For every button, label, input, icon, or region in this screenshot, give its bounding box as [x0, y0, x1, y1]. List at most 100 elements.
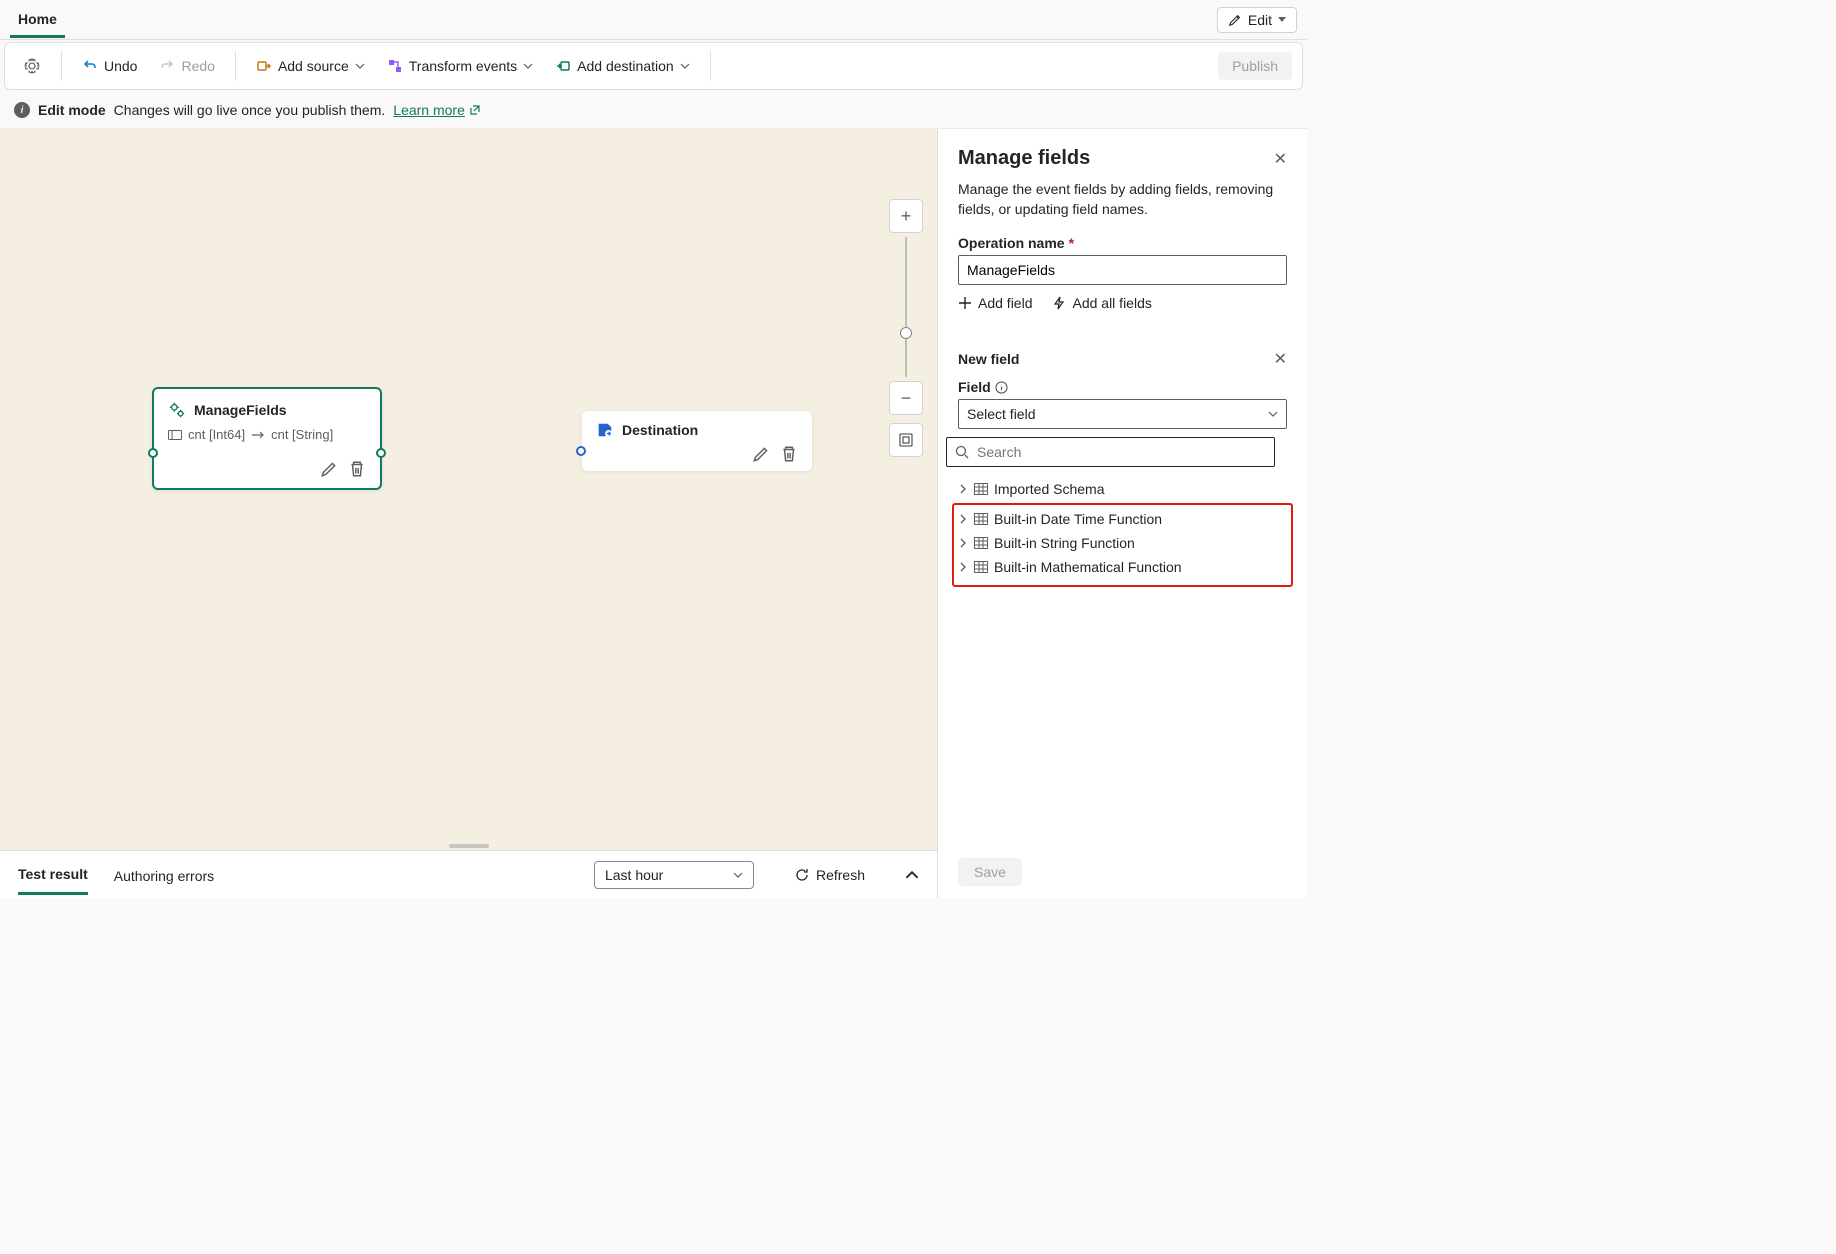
banner-title: Edit mode: [38, 102, 106, 118]
source-icon: [256, 58, 272, 74]
field-search-box[interactable]: [946, 437, 1275, 467]
tree-string-functions[interactable]: Built-in String Function: [958, 531, 1287, 555]
schema-icon: [974, 483, 988, 495]
field-icon: [168, 430, 182, 440]
lightning-icon: [1052, 296, 1066, 310]
chevron-right-icon: [958, 514, 968, 524]
chevron-down-icon: [523, 61, 533, 71]
tree-label: Built-in Mathematical Function: [994, 559, 1182, 575]
zoom-controls: + −: [889, 199, 923, 457]
input-port[interactable]: [148, 448, 158, 458]
edge-layer: [0, 129, 300, 279]
fit-to-screen-button[interactable]: [889, 423, 923, 457]
redo-icon: [159, 58, 175, 74]
close-panel-button[interactable]: ✕: [1274, 149, 1287, 169]
new-field-title: New field: [958, 351, 1019, 367]
input-port[interactable]: [576, 446, 586, 456]
undo-button[interactable]: Undo: [74, 52, 145, 80]
external-link-icon: [469, 104, 481, 116]
chevron-down-icon: [680, 61, 690, 71]
zoom-in-button[interactable]: +: [889, 199, 923, 233]
gear-icon: [23, 57, 41, 75]
pencil-icon: [1228, 13, 1242, 27]
add-source-label: Add source: [278, 58, 349, 74]
arrow-right-icon: [251, 431, 265, 439]
tree-datetime-functions[interactable]: Built-in Date Time Function: [958, 507, 1287, 531]
panel-drag-handle[interactable]: [449, 844, 489, 848]
schema-icon: [974, 537, 988, 549]
chevron-up-icon: [905, 868, 919, 882]
redo-button: Redo: [151, 52, 222, 80]
field-label: Field: [958, 379, 1287, 395]
edit-dropdown[interactable]: Edit: [1217, 7, 1297, 33]
highlighted-functions: Built-in Date Time Function Built-in Str…: [952, 503, 1293, 587]
destination-icon: [555, 58, 571, 74]
tree-label: Imported Schema: [994, 481, 1105, 497]
output-port[interactable]: [376, 448, 386, 458]
expand-panel-button[interactable]: [905, 868, 919, 882]
toolbar: Undo Redo Add source Transform events Ad…: [4, 42, 1303, 90]
add-field-button[interactable]: Add field: [958, 295, 1032, 311]
time-range-value: Last hour: [605, 867, 663, 883]
chevron-right-icon: [958, 538, 968, 548]
banner-message: Changes will go live once you publish th…: [114, 102, 386, 118]
add-source-button[interactable]: Add source: [248, 52, 373, 80]
fit-icon: [898, 432, 914, 448]
node-destination[interactable]: Destination: [582, 411, 812, 471]
chevron-down-icon: [355, 61, 365, 71]
add-field-label: Add field: [978, 295, 1032, 311]
add-all-label: Add all fields: [1072, 295, 1151, 311]
schema-to: cnt [String]: [271, 427, 333, 442]
data-destination-icon: [596, 421, 614, 439]
node-title-text: Destination: [622, 422, 698, 438]
tab-home[interactable]: Home: [10, 1, 65, 38]
settings-button[interactable]: [15, 51, 49, 81]
pencil-icon[interactable]: [752, 445, 770, 463]
results-bar: Test result Authoring errors Last hour R…: [0, 850, 937, 898]
schema-from: cnt [Int64]: [188, 427, 245, 442]
learn-more-link[interactable]: Learn more: [393, 102, 481, 118]
search-icon: [955, 445, 969, 459]
trash-icon[interactable]: [780, 445, 798, 463]
add-destination-button[interactable]: Add destination: [547, 52, 698, 80]
info-icon: i: [14, 102, 30, 118]
tree-math-functions[interactable]: Built-in Mathematical Function: [958, 555, 1287, 579]
panel-description: Manage the event fields by adding fields…: [958, 180, 1287, 219]
chevron-down-icon: [733, 870, 743, 880]
canvas-area[interactable]: ManageFields cnt [Int64] cnt [String]: [0, 129, 937, 898]
pencil-icon[interactable]: [320, 460, 338, 478]
undo-label: Undo: [104, 58, 137, 74]
chevron-right-icon: [958, 562, 968, 572]
publish-button: Publish: [1218, 52, 1292, 80]
edit-mode-banner: i Edit mode Changes will go live once yo…: [0, 92, 1307, 129]
redo-label: Redo: [181, 58, 214, 74]
tree-imported-schema[interactable]: Imported Schema: [958, 477, 1287, 501]
field-search-input[interactable]: [975, 443, 1266, 461]
field-select[interactable]: Select field: [958, 399, 1287, 429]
transform-label: Transform events: [409, 58, 517, 74]
gears-icon: [168, 401, 186, 419]
zoom-slider[interactable]: [905, 237, 907, 377]
zoom-thumb[interactable]: [900, 327, 912, 339]
time-range-select[interactable]: Last hour: [594, 861, 754, 889]
node-managefields[interactable]: ManageFields cnt [Int64] cnt [String]: [152, 387, 382, 490]
add-all-fields-button[interactable]: Add all fields: [1052, 295, 1151, 311]
save-button: Save: [958, 858, 1022, 886]
trash-icon[interactable]: [348, 460, 366, 478]
operation-name-input[interactable]: [958, 255, 1287, 285]
tab-test-result[interactable]: Test result: [18, 854, 88, 895]
undo-icon: [82, 58, 98, 74]
chevron-right-icon: [958, 484, 968, 494]
node-title-text: ManageFields: [194, 402, 287, 418]
transform-button[interactable]: Transform events: [379, 52, 541, 80]
close-new-field-button[interactable]: ✕: [1274, 349, 1287, 369]
panel-title: Manage fields: [958, 147, 1090, 170]
info-icon: [995, 381, 1008, 394]
panel-title-row: Manage fields ✕: [958, 147, 1287, 170]
refresh-label: Refresh: [816, 867, 865, 883]
tab-bar: Home Edit: [0, 0, 1307, 40]
tab-authoring-errors[interactable]: Authoring errors: [114, 856, 214, 894]
zoom-out-button[interactable]: −: [889, 381, 923, 415]
edit-label: Edit: [1248, 12, 1272, 28]
refresh-button[interactable]: Refresh: [794, 867, 865, 883]
